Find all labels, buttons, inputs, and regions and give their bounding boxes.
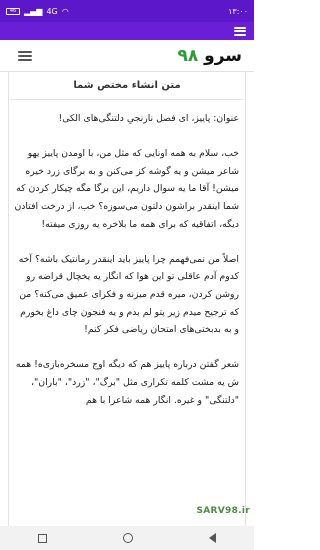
back-icon[interactable] <box>209 533 216 543</box>
status-time: ۱۳:۰۰ <box>228 6 248 16</box>
app-bar <box>0 22 254 40</box>
logo-number: ۹۸ <box>177 45 199 66</box>
content-card: متن انشاء مختص شما عنوان: پاییز، ای فصل … <box>8 72 246 550</box>
watermark: SARV98.ir <box>196 506 250 516</box>
article-heading: عنوان: پاییز، ای فصل نارنجیِ دلتنگی‌های … <box>58 113 239 124</box>
status-icons: 46 ▂▄▆ 4G ◠ <box>6 7 69 16</box>
menu-icon[interactable] <box>18 50 32 61</box>
network-type: 4G <box>46 6 58 16</box>
navigation-bar <box>0 526 254 550</box>
site-header: سرو ۹۸ <box>0 40 254 72</box>
hamburger-icon[interactable] <box>234 26 246 36</box>
signal-icon: ▂▄▆ <box>24 6 43 16</box>
article-body: عنوان: پاییز، ای فصل نارنجیِ دلتنگی‌های … <box>9 100 245 409</box>
recent-apps-icon[interactable] <box>38 533 47 543</box>
page-title: متن انشاء مختص شما <box>11 72 243 100</box>
home-icon[interactable] <box>123 533 133 543</box>
article-paragraph: شعر گفتن درباره پاییز هم که دیگه اوج مسخ… <box>15 359 239 406</box>
article-paragraph: اصلاً من نمی‌فهمم چرا پاییز باید اینقدر … <box>18 253 239 336</box>
battery-icon: 46 <box>6 7 20 15</box>
article-paragraph: خب، سلام به همه اونایی که مثل من، با اوم… <box>14 148 239 230</box>
logo-word: سرو <box>204 45 242 66</box>
wifi-icon: ◠ <box>61 6 69 16</box>
site-logo[interactable]: سرو ۹۸ <box>177 46 242 66</box>
status-bar: 46 ▂▄▆ 4G ◠ ۱۳:۰۰ <box>0 0 254 22</box>
